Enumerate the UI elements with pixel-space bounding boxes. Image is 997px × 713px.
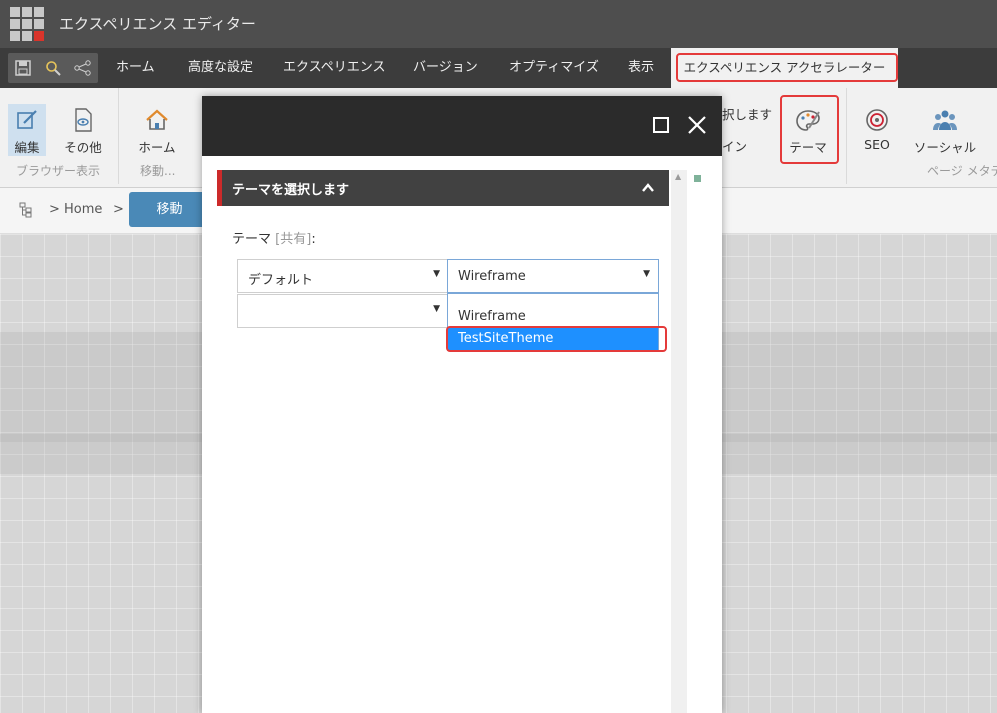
- edit-label: 編集: [14, 140, 40, 155]
- sitemap-icon[interactable]: [19, 202, 33, 222]
- highlight-box-tab: [676, 53, 898, 82]
- chevron-down-icon: ▼: [643, 269, 650, 279]
- breadcrumb-separator: >: [113, 202, 124, 217]
- app-launcher-icon[interactable]: [10, 7, 44, 41]
- tab-view[interactable]: 表示: [628, 48, 654, 88]
- section-header[interactable]: テーマを選択します: [217, 170, 669, 206]
- scroll-up-icon[interactable]: ▲: [675, 172, 681, 181]
- tab-version[interactable]: バージョン: [413, 48, 478, 88]
- label-colon: :: [311, 232, 316, 247]
- scrollbar[interactable]: ▲: [671, 170, 687, 713]
- target-icon: [864, 108, 890, 134]
- theme-label-text: テーマ: [232, 232, 272, 247]
- theme-dialog: テーマを選択します ▲ テーマ [共有]: デフォルト ▼ Wireframe …: [202, 96, 722, 713]
- highlight-box-option: [446, 326, 667, 352]
- seo-button[interactable]: SEO: [860, 108, 894, 152]
- tab-optimize[interactable]: オプティマイズ: [509, 48, 599, 88]
- dropdown-option-wireframe[interactable]: Wireframe: [448, 306, 658, 328]
- share-icon[interactable]: [68, 53, 98, 83]
- quick-actions: [8, 53, 98, 83]
- highlight-box-theme: [780, 95, 839, 164]
- people-icon: [932, 108, 958, 134]
- tab-advanced[interactable]: 高度な設定: [188, 48, 253, 88]
- partial-label-2: イン: [722, 139, 748, 154]
- breadcrumb-home[interactable]: Home: [64, 202, 102, 217]
- tab-experience[interactable]: エクスペリエンス: [283, 48, 385, 88]
- eye-doc-icon: [70, 108, 96, 134]
- move-button[interactable]: 移動: [129, 192, 210, 227]
- maximize-icon[interactable]: [648, 112, 674, 138]
- theme-field-label: テーマ [共有]:: [232, 228, 316, 247]
- theme-select-default[interactable]: デフォルト ▼: [237, 259, 449, 293]
- group-label-page-meta: ページ メタデ: [927, 164, 997, 178]
- ribbon-separator: [846, 88, 847, 184]
- other-label: その他: [64, 140, 102, 155]
- pencil-icon: [14, 108, 40, 134]
- tab-home[interactable]: ホーム: [116, 48, 155, 88]
- select-value: Wireframe: [458, 269, 526, 284]
- status-marker: [694, 175, 701, 182]
- group-label-browser: ブラウザー表示: [16, 164, 101, 178]
- app-title: エクスペリエンス エディター: [59, 15, 256, 33]
- edit-button[interactable]: 編集: [8, 104, 46, 156]
- social-label: ソーシャル: [913, 140, 977, 155]
- group-label-move: 移動...: [140, 164, 176, 178]
- section-title: テーマを選択します: [232, 183, 350, 198]
- ribbon-separator: [118, 88, 119, 184]
- social-button[interactable]: ソーシャル: [913, 108, 977, 156]
- shared-tag: [共有]: [275, 232, 312, 247]
- breadcrumb-separator: >: [49, 202, 60, 217]
- dialog-header: [202, 96, 722, 156]
- theme-select-empty[interactable]: ▼: [237, 294, 449, 328]
- chevron-up-icon[interactable]: [641, 176, 655, 199]
- seo-label: SEO: [864, 137, 890, 152]
- theme-select-wireframe[interactable]: Wireframe ▼: [447, 259, 659, 293]
- close-icon[interactable]: [684, 112, 710, 138]
- house-icon: [144, 108, 170, 134]
- home-button[interactable]: ホーム: [137, 108, 177, 156]
- home-label: ホーム: [138, 140, 176, 155]
- search-icon[interactable]: [38, 53, 68, 83]
- dialog-body: テーマを選択します ▲ テーマ [共有]: デフォルト ▼ Wireframe …: [202, 156, 722, 713]
- save-icon[interactable]: [8, 53, 38, 83]
- chevron-down-icon: ▼: [433, 304, 440, 314]
- other-button[interactable]: その他: [63, 108, 103, 156]
- chevron-down-icon: ▼: [433, 269, 440, 279]
- select-value: デフォルト: [248, 273, 314, 288]
- partial-label-1: 択します: [722, 107, 773, 122]
